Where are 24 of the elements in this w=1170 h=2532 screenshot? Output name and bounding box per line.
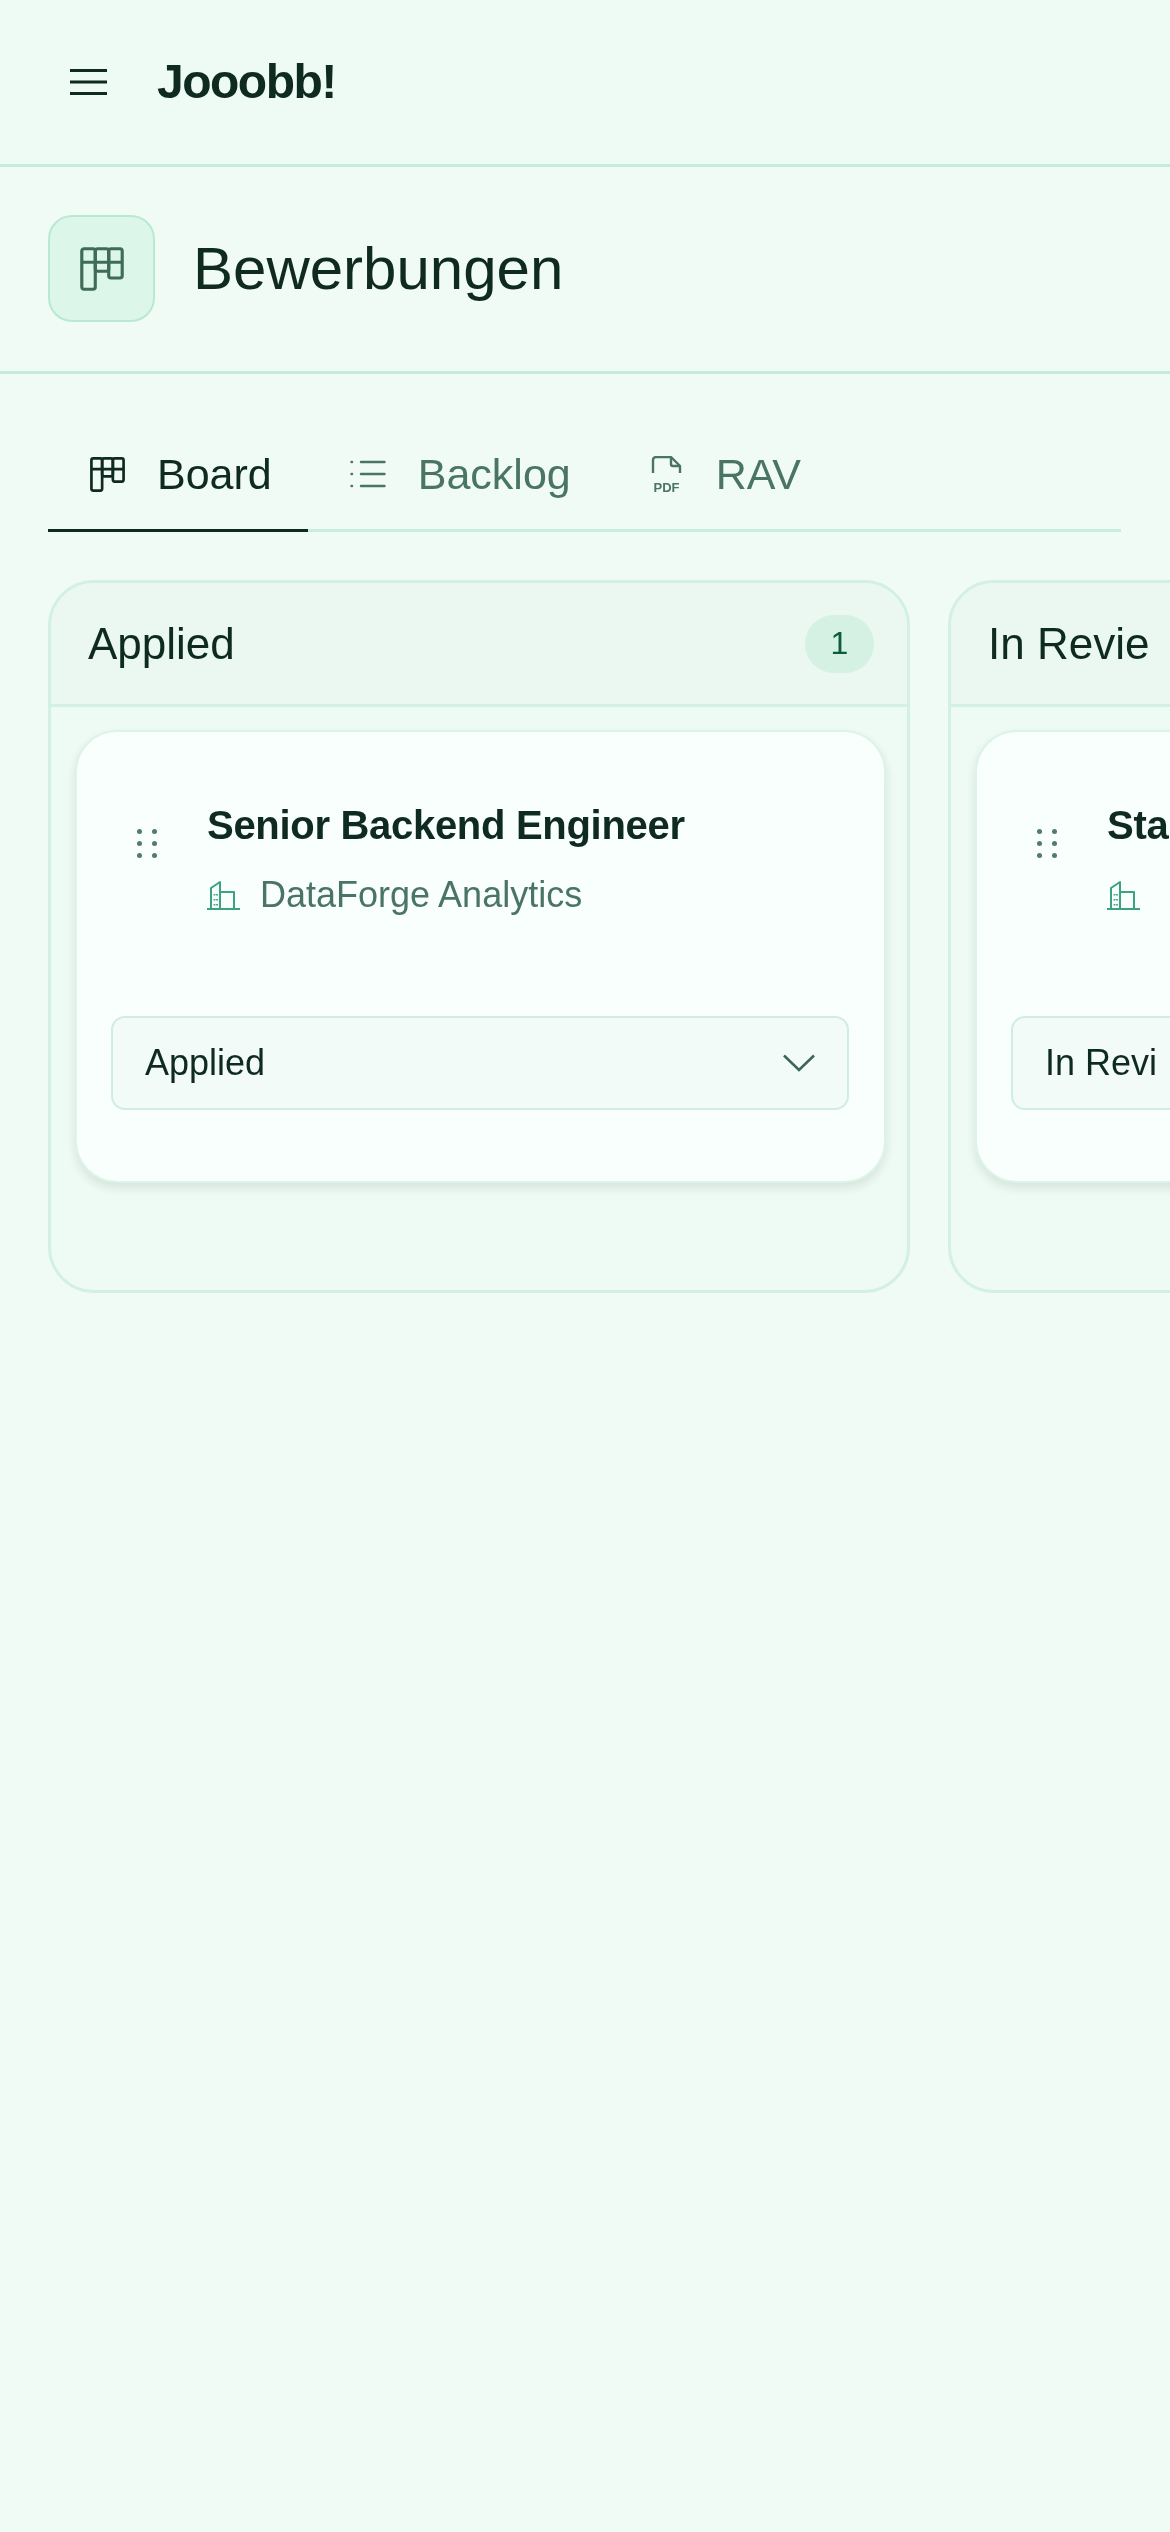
board-icon	[90, 456, 125, 492]
tab[interactable]: Backlog	[307, 420, 607, 532]
status-select[interactable]: Applied	[111, 1016, 849, 1110]
count-badge: 1	[805, 614, 874, 673]
list-icon	[349, 460, 386, 488]
company-name: DataForge Analytics	[260, 873, 583, 917]
column-title: In Revie	[988, 617, 1150, 670]
app-logo: Jooobb!	[157, 54, 336, 110]
menu-icon[interactable]	[70, 69, 107, 95]
job-title: Sta	[1107, 802, 1169, 849]
board-icon	[48, 215, 155, 322]
drag-handle-icon[interactable]	[137, 829, 157, 858]
chevron-down-icon	[783, 1054, 815, 1072]
status-select[interactable]: In Revi	[1011, 1016, 1170, 1110]
job-title: Senior Backend Engineer	[207, 802, 685, 849]
building-icon	[207, 880, 240, 910]
tab[interactable]: Board	[48, 420, 308, 532]
job-card[interactable]: Sta In Revi	[975, 730, 1170, 1183]
building-icon	[1107, 880, 1140, 910]
job-card[interactable]: Senior Backend Engineer DataForge Analytics Applied	[75, 730, 886, 1183]
drag-handle-icon[interactable]	[1037, 829, 1057, 858]
column-title: Applied	[88, 617, 235, 670]
page-title: Bewerbungen	[193, 233, 564, 304]
tab[interactable]: PDF RAV	[606, 420, 837, 532]
